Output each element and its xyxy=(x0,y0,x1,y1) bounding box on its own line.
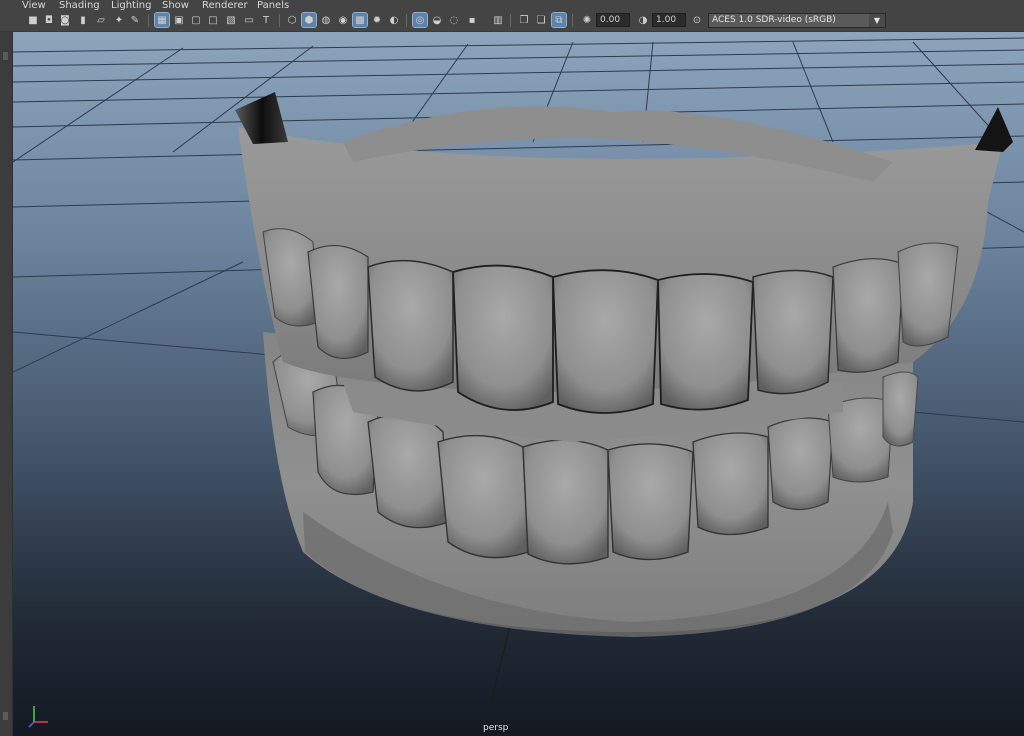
toolbar-separator xyxy=(148,14,149,27)
grease-pencil-icon[interactable]: ✎ xyxy=(128,13,142,27)
toolbar-separator xyxy=(572,14,573,27)
scroll-handle[interactable] xyxy=(3,52,8,60)
xray-active-icon[interactable]: ❏ xyxy=(534,13,548,27)
exposure-input[interactable] xyxy=(596,13,630,27)
safe-title-icon[interactable]: T xyxy=(259,13,273,27)
grid-icon[interactable]: ▦ xyxy=(154,12,170,28)
safe-action-icon[interactable]: ▭ xyxy=(242,13,256,27)
resolution-gate-icon[interactable]: ▢ xyxy=(189,13,203,27)
isolate-select-icon[interactable]: ▥ xyxy=(491,13,505,27)
camera-select-icon[interactable]: ■ xyxy=(26,13,40,27)
menu-renderer[interactable]: Renderer xyxy=(202,0,248,11)
color-space-dropdown[interactable]: ACES 1.0 SDR-video (sRGB) ▼ xyxy=(708,13,886,28)
gamma-input[interactable] xyxy=(652,13,686,27)
view-axis-gizmo xyxy=(28,706,48,728)
menu-show[interactable]: Show xyxy=(162,0,189,11)
smooth-shade-icon[interactable]: ⬢ xyxy=(301,12,317,28)
ambient-occlusion-icon[interactable]: ◎ xyxy=(412,12,428,28)
image-plane-icon[interactable]: ▮ xyxy=(76,13,90,27)
camera-layers-icon[interactable]: ⧉ xyxy=(551,12,567,28)
viewport-scene xyxy=(13,37,1024,736)
chevron-down-icon[interactable]: ▼ xyxy=(869,14,885,27)
menu-view[interactable]: View xyxy=(22,0,46,11)
menu-panels[interactable]: Panels xyxy=(257,0,289,11)
menu-shading[interactable]: Shading xyxy=(59,0,100,11)
right-flange-edge xyxy=(975,107,1013,152)
2d-pan-zoom-icon[interactable]: ▱ xyxy=(94,13,108,27)
panel-toolbar: ■ ◘ ◙ ▮ ▱ ✦ ✎ ▦ ▣ ▢ □ ▧ ▭ T ⬡ ⬢ ◍ ◉ ▩ ✹ … xyxy=(0,11,1024,32)
z-axis-icon xyxy=(28,721,35,728)
camera-name-label: persp xyxy=(483,723,509,733)
color-space-value: ACES 1.0 SDR-video (sRGB) xyxy=(712,15,836,25)
default-lighting-icon[interactable]: ✹ xyxy=(370,13,384,27)
panel-left-edge xyxy=(0,32,13,736)
menu-lighting[interactable]: Lighting xyxy=(111,0,151,11)
color-management-icon[interactable]: ⊙ xyxy=(690,13,704,27)
toolbar-separator xyxy=(406,14,407,27)
gamma-icon[interactable]: ◑ xyxy=(636,13,650,27)
wireframe-on-shaded-icon[interactable]: ◍ xyxy=(319,13,333,27)
depth-of-field-icon[interactable]: ▪ xyxy=(465,13,479,27)
toolbar-separator xyxy=(279,14,280,27)
camera-attributes-icon[interactable]: ◘ xyxy=(42,13,56,27)
gate-mask-icon[interactable]: □ xyxy=(206,13,220,27)
film-gate-icon[interactable]: ▣ xyxy=(172,13,186,27)
viewport-3d[interactable] xyxy=(13,32,1024,736)
grease-pencil-icon[interactable]: ✦ xyxy=(112,13,126,27)
field-chart-icon[interactable]: ▧ xyxy=(224,13,238,27)
scroll-handle[interactable] xyxy=(3,712,8,720)
anti-aliasing-icon[interactable]: ◌ xyxy=(447,13,461,27)
wireframe-icon[interactable]: ⬡ xyxy=(285,13,299,27)
motion-blur-icon[interactable]: ◒ xyxy=(430,13,444,27)
panel-menu-bar: View Shading Lighting Show Renderer Pane… xyxy=(0,0,1024,11)
toolbar-separator xyxy=(510,14,511,27)
xray-icon[interactable]: ◉ xyxy=(336,13,350,27)
shadows-icon[interactable]: ◐ xyxy=(387,13,401,27)
textured-icon[interactable]: ▩ xyxy=(352,12,368,28)
bookmark-icon[interactable]: ◙ xyxy=(58,13,72,27)
exposure-icon[interactable]: ✺ xyxy=(580,13,594,27)
xray-joints-icon[interactable]: ❐ xyxy=(517,13,531,27)
